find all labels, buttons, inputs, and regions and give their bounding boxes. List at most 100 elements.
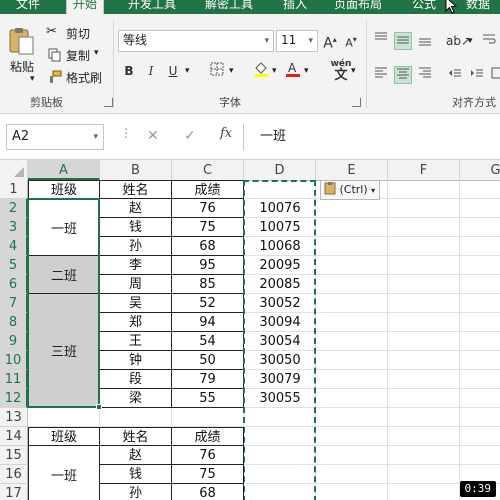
row-header-1[interactable]: 1 (0, 180, 28, 199)
wrap-text-icon[interactable] (480, 32, 498, 50)
borders-icon[interactable] (208, 62, 226, 80)
name-cell[interactable]: 李 (100, 256, 172, 275)
name-cell[interactable]: 吴 (100, 294, 172, 313)
name-cell[interactable]: 王 (100, 332, 172, 351)
borders-dropdown-icon[interactable]: ▾ (229, 66, 234, 76)
score-cell[interactable]: 68 (172, 237, 244, 256)
name-cell[interactable]: 赵 (100, 446, 172, 465)
column-header-a[interactable]: A (28, 160, 100, 180)
score-cell[interactable]: 52 (172, 294, 244, 313)
row-header-15[interactable]: 15 (0, 446, 28, 465)
column-header-e[interactable]: E (316, 160, 388, 180)
decrease-font-icon[interactable]: A▾ (342, 31, 360, 50)
paste-dropdown-icon[interactable]: ▾ (30, 74, 35, 84)
font-color-icon[interactable]: A (284, 60, 302, 78)
tab-home[interactable]: 开始 (66, 0, 105, 14)
header-cell[interactable]: 成绩 (172, 180, 244, 199)
align-center-icon[interactable] (394, 66, 412, 84)
font-color-dropdown-icon[interactable]: ▾ (304, 66, 309, 76)
row-header-10[interactable]: 10 (0, 351, 28, 370)
phonetic-dropdown-icon[interactable]: ▾ (351, 66, 356, 76)
increase-font-icon[interactable]: A▴ (321, 31, 339, 52)
tab-file[interactable]: 文件 (16, 0, 40, 14)
row-header-11[interactable]: 11 (0, 370, 28, 389)
tab-insert[interactable]: 插入 (283, 0, 307, 14)
decrease-indent-icon[interactable] (446, 66, 464, 84)
underline-dropdown-icon[interactable]: ▾ (185, 66, 190, 76)
row-header-6[interactable]: 6 (0, 275, 28, 294)
score-cell[interactable]: 75 (172, 218, 244, 237)
fill-color-icon[interactable] (252, 60, 270, 78)
copy-button[interactable]: 复制 ▾ (46, 46, 116, 64)
row-header-16[interactable]: 16 (0, 465, 28, 484)
row-header-9[interactable]: 9 (0, 332, 28, 351)
top-align-icon[interactable] (372, 32, 390, 50)
name-box[interactable]: A2 ▾ (6, 124, 104, 150)
bold-button[interactable]: B (120, 62, 138, 80)
name-cell[interactable]: 周 (100, 275, 172, 294)
worksheet[interactable]: A B C D E F G 1 2 3 4 5 6 7 8 9 10 11 12 13 14 15 16 17 班… (0, 160, 500, 500)
cancel-icon[interactable]: ✕ (147, 128, 159, 144)
row-header-17[interactable]: 17 (0, 484, 28, 500)
clipboard-dialog-launcher[interactable] (104, 98, 113, 107)
cut-button[interactable]: ✂ 剪切 (46, 24, 106, 42)
align-left-icon[interactable] (372, 66, 390, 84)
orientation-dropdown-icon[interactable]: ▾ (468, 36, 473, 46)
row-header-12[interactable]: 12 (0, 389, 28, 408)
fill-color-dropdown-icon[interactable]: ▾ (272, 66, 277, 76)
score-cell[interactable]: 50 (172, 351, 244, 370)
column-header-b[interactable]: B (100, 160, 172, 180)
enter-icon[interactable]: ✓ (184, 128, 196, 144)
row-header-2[interactable]: 2 (0, 199, 28, 218)
header-cell[interactable]: 成绩 (172, 427, 244, 446)
row-header-8[interactable]: 8 (0, 313, 28, 332)
paste-button[interactable] (6, 26, 36, 56)
row-header-13[interactable]: 13 (0, 408, 28, 427)
italic-button[interactable]: I (142, 62, 160, 80)
header-cell[interactable]: 姓名 (100, 180, 172, 199)
insert-function-button[interactable]: fx (220, 126, 232, 141)
column-header-g[interactable]: G (460, 160, 500, 180)
name-cell[interactable]: 梁 (100, 389, 172, 408)
orientation-icon[interactable]: ab↗ (446, 32, 471, 50)
drag-handle-icon[interactable]: ⋮ (120, 126, 132, 140)
merge-center-icon[interactable] (488, 66, 500, 84)
header-cell[interactable]: 班级 (28, 180, 100, 199)
score-cell[interactable]: 75 (172, 465, 244, 484)
align-right-icon[interactable] (416, 66, 434, 84)
column-header-f[interactable]: F (388, 160, 460, 180)
font-size-select[interactable]: 11 ▾ (276, 30, 318, 52)
score-cell[interactable]: 76 (172, 446, 244, 465)
column-header-c[interactable]: C (172, 160, 244, 180)
formula-input[interactable]: 一班 (243, 124, 500, 150)
tab-decrypt-tools[interactable]: 解密工具 (205, 0, 253, 14)
select-all-corner[interactable] (0, 160, 28, 180)
header-cell[interactable]: 班级 (28, 427, 100, 446)
score-cell[interactable]: 94 (172, 313, 244, 332)
middle-align-icon[interactable] (394, 32, 412, 50)
font-dialog-launcher[interactable] (352, 98, 361, 107)
increase-indent-icon[interactable] (468, 66, 486, 84)
merged-class-cell[interactable]: 一班 (28, 446, 100, 500)
column-header-d[interactable]: D (244, 160, 316, 180)
name-cell[interactable]: 段 (100, 370, 172, 389)
score-cell[interactable]: 79 (172, 370, 244, 389)
underline-button[interactable]: U (164, 62, 182, 80)
row-header-4[interactable]: 4 (0, 237, 28, 256)
name-cell[interactable]: 赵 (100, 199, 172, 218)
fill-handle[interactable] (96, 404, 102, 410)
copy-dropdown-icon[interactable]: ▾ (94, 48, 99, 58)
name-cell[interactable]: 钱 (100, 218, 172, 237)
score-cell[interactable]: 54 (172, 332, 244, 351)
score-cell[interactable]: 68 (172, 484, 244, 500)
name-cell[interactable]: 郑 (100, 313, 172, 332)
name-cell[interactable]: 钱 (100, 465, 172, 484)
score-cell[interactable]: 76 (172, 199, 244, 218)
tab-page-layout[interactable]: 页面布局 (334, 0, 382, 14)
row-header-7[interactable]: 7 (0, 294, 28, 313)
row-header-3[interactable]: 3 (0, 218, 28, 237)
name-cell[interactable]: 钟 (100, 351, 172, 370)
font-name-select[interactable]: 等线 ▾ (118, 30, 274, 52)
tab-data[interactable]: 数据 (466, 0, 490, 14)
name-cell[interactable]: 孙 (100, 237, 172, 256)
